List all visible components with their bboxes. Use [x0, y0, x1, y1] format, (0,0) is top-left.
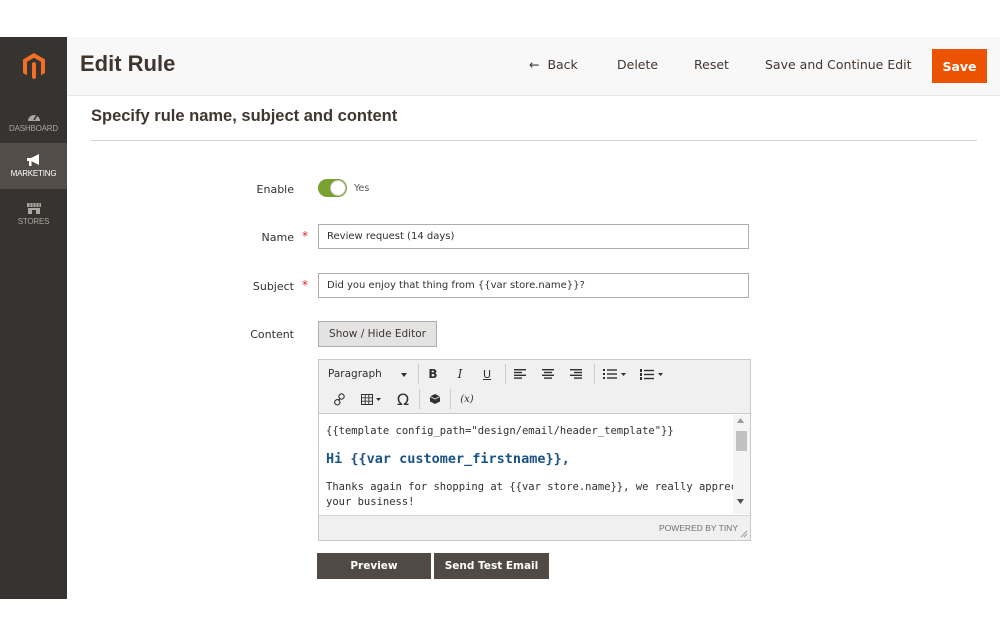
sidebar-item-marketing[interactable]: MARKETING [0, 143, 67, 189]
format-select[interactable]: Paragraph [322, 363, 412, 385]
delete-button[interactable]: Delete [617, 57, 658, 72]
chevron-down-icon [620, 372, 626, 376]
editor-toolbar: Paragraph B I U Ω (x) [319, 360, 750, 414]
align-left-button[interactable] [509, 364, 531, 384]
page-header: Edit Rule ← Back Delete Reset Save and C… [67, 37, 1000, 96]
enable-state-text: Yes [354, 183, 370, 194]
powered-by-tiny-label: POWERED BY TINY [658, 523, 738, 533]
chevron-down-icon [376, 397, 381, 401]
scroll-down-arrow-icon[interactable] [737, 499, 744, 504]
required-marker: * [302, 278, 308, 292]
align-center-button[interactable] [537, 364, 559, 384]
body-text-line: Thanks again for shopping at {{var store… [326, 481, 750, 493]
toolbar-separator [419, 389, 420, 409]
insert-widget-button[interactable] [424, 389, 446, 409]
content-label: Content [250, 328, 294, 341]
toolbar-separator [418, 364, 419, 384]
send-test-email-button[interactable]: Send Test Email [434, 553, 549, 579]
editor-content-area[interactable]: {{template config_path="design/email/hea… [319, 415, 750, 515]
toolbar-separator [505, 364, 506, 384]
align-right-icon [570, 369, 582, 379]
widget-cube-icon [429, 394, 441, 404]
table-icon [361, 393, 373, 405]
name-label: Name [261, 231, 294, 244]
scroll-up-arrow-icon[interactable] [737, 418, 744, 423]
app-root: DASHBOARD MARKETING STORES Edit Rule ← B… [0, 0, 1000, 635]
name-input[interactable]: Review request (14 days) [318, 224, 749, 249]
chevron-down-icon [401, 373, 407, 377]
subject-input[interactable]: Did you enjoy that thing from {{var stor… [318, 273, 749, 298]
numbered-list-icon [639, 368, 654, 380]
sidebar-item-label: STORES [17, 217, 50, 226]
bullet-list-button[interactable] [598, 364, 630, 384]
section-divider [91, 140, 977, 141]
section-title: Specify rule name, subject and content [91, 107, 398, 125]
toolbar-separator [594, 364, 595, 384]
bold-button[interactable]: B [423, 364, 443, 384]
numbered-list-button[interactable] [635, 364, 667, 384]
toggle-knob [330, 180, 346, 196]
preview-button[interactable]: Preview [317, 553, 431, 579]
insert-link-button[interactable] [328, 389, 350, 409]
align-center-icon [542, 369, 554, 379]
sidebar-item-label: DASHBOARD [9, 124, 58, 133]
greeting-heading: Hi {{var customer_firstname}}, [326, 451, 570, 467]
editor-statusbar: POWERED BY TINY [319, 515, 750, 540]
editor-scrollbar[interactable] [733, 415, 750, 514]
show-hide-editor-button[interactable]: Show / Hide Editor [318, 321, 437, 347]
required-marker: * [302, 229, 308, 243]
underline-button[interactable]: U [477, 364, 497, 384]
link-icon [333, 392, 345, 406]
page-title: Edit Rule [80, 51, 176, 76]
speedometer-icon [27, 114, 40, 121]
insert-table-button[interactable] [356, 389, 386, 409]
wysiwyg-editor: Paragraph B I U Ω (x) {{template config_… [318, 359, 751, 541]
chevron-down-icon [657, 372, 663, 376]
save-and-continue-button[interactable]: Save and Continue Edit [765, 57, 912, 72]
sidebar-item-stores[interactable]: STORES [0, 191, 67, 237]
admin-sidebar: DASHBOARD MARKETING STORES [0, 37, 67, 599]
align-right-button[interactable] [565, 364, 587, 384]
enable-label: Enable [256, 183, 294, 196]
sidebar-item-dashboard[interactable]: DASHBOARD [0, 99, 67, 145]
insert-variable-button[interactable]: (x) [454, 389, 480, 409]
save-button[interactable]: Save [932, 49, 987, 83]
enable-toggle[interactable] [318, 179, 347, 197]
align-left-icon [514, 369, 526, 379]
arrow-left-icon: ← [529, 57, 540, 72]
magento-logo-icon[interactable] [0, 37, 67, 95]
storefront-icon [26, 203, 41, 214]
body-text-line: your business! [326, 496, 415, 508]
reset-button[interactable]: Reset [694, 57, 729, 72]
italic-button[interactable]: I [450, 364, 470, 384]
subject-label: Subject [252, 280, 294, 293]
sidebar-item-label: MARKETING [10, 169, 57, 178]
toolbar-separator [450, 389, 451, 409]
megaphone-icon [26, 154, 39, 166]
format-select-value: Paragraph [328, 368, 382, 380]
bullet-list-icon [602, 369, 617, 379]
special-character-button[interactable]: Ω [392, 388, 414, 410]
template-directive-line: {{template config_path="design/email/hea… [326, 425, 674, 437]
resize-grip-icon[interactable] [740, 530, 748, 538]
back-button[interactable]: ← Back [529, 57, 578, 72]
scrollbar-thumb[interactable] [736, 431, 747, 451]
back-label: Back [547, 57, 578, 72]
